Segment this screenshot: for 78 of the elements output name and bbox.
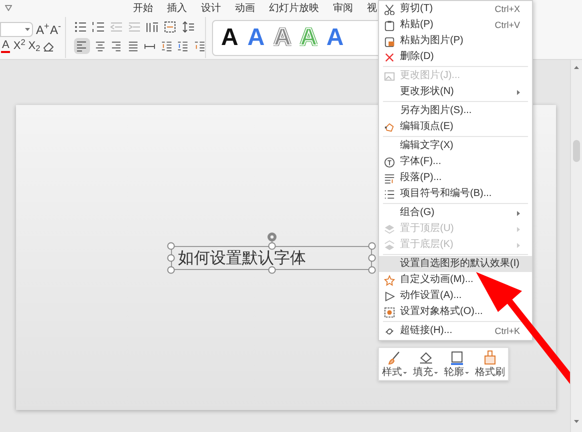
clipboard-image-icon <box>384 36 395 46</box>
paragraph-icon <box>384 172 395 184</box>
menu-item[interactable]: 动作设置(A)... <box>379 288 532 304</box>
ribbon-tab[interactable]: 设计 <box>201 4 221 14</box>
line-spacing-icon[interactable] <box>182 21 194 33</box>
menu-item[interactable]: 组合(G) <box>379 205 532 221</box>
toolbar-button[interactable]: 样式 <box>382 350 407 378</box>
align-right-icon[interactable] <box>111 40 123 52</box>
ribbon-tab[interactable]: 开始 <box>133 4 153 14</box>
toolbar-button[interactable]: 轮廓 <box>444 350 469 378</box>
bullet-list-icon[interactable] <box>74 21 86 33</box>
menu-item[interactable]: 项目符号和编号(B)... <box>379 186 532 202</box>
layers-icon <box>384 240 395 250</box>
outline-icon <box>448 350 464 366</box>
menu-item[interactable]: 自定义动画(M)... <box>379 272 532 288</box>
ribbon-tab[interactable]: 插入 <box>167 4 187 14</box>
scroll-bar[interactable] <box>570 60 582 432</box>
format-painter-icon <box>482 350 498 366</box>
menu-item[interactable]: 更改形状(N) <box>379 84 532 100</box>
script-button[interactable]: X$^{2}$ <box>13 41 26 52</box>
paragraph-spacing-icon[interactable] <box>160 40 172 52</box>
star-icon <box>384 274 395 286</box>
shortcut-text: Ctrl+K <box>494 326 520 336</box>
wordart-style[interactable]: A <box>326 26 344 50</box>
menu-item[interactable]: 设置对象格式(O)... <box>379 304 532 320</box>
columns-icon[interactable] <box>146 21 158 33</box>
menu-item[interactable]: 超链接(H)... Ctrl+K <box>379 323 532 339</box>
play-icon <box>384 290 395 302</box>
justify-icon[interactable] <box>128 40 140 52</box>
dropdown-icon[interactable] <box>5 5 12 11</box>
numbered-list-icon[interactable] <box>92 21 104 33</box>
menu-item[interactable]: 段落(P)... <box>379 170 532 186</box>
delete-icon <box>384 52 395 62</box>
paintbrush-icon <box>386 350 402 366</box>
ribbon-tab[interactable]: 视 <box>367 4 377 14</box>
toolbar-button[interactable]: 格式刷 <box>475 350 505 378</box>
font-size-button[interactable]: A$^{+}$ <box>36 24 48 36</box>
shortcut-text: Ctrl+X <box>494 4 520 14</box>
menu-item[interactable]: 字体(F)... <box>379 154 532 170</box>
menu-item[interactable]: 粘贴为图片(P) <box>379 33 532 49</box>
shortcut-text: Ctrl+V <box>494 20 520 30</box>
font-size-field[interactable] <box>0 22 33 37</box>
wordart-style[interactable]: A <box>221 26 238 50</box>
format-object-icon <box>384 306 395 318</box>
menu-item[interactable]: 剪切(T) Ctrl+X <box>379 1 532 17</box>
menu-item[interactable]: 设置自选图形的默认效果(I) <box>379 256 532 272</box>
menu-item[interactable]: 编辑顶点(E) <box>379 119 532 135</box>
menu-item[interactable]: 粘贴(P) Ctrl+V <box>379 17 532 33</box>
scroll-thumb[interactable] <box>573 140 580 162</box>
font-size-button[interactable]: A$^{-}$ <box>50 24 62 36</box>
ribbon-tab[interactable]: 动画 <box>235 4 255 14</box>
menu-item[interactable]: 删除(D) <box>379 49 532 65</box>
list-icon <box>384 188 395 200</box>
text-box-icon[interactable] <box>164 21 176 33</box>
slide-text: 如何设置默认字体 <box>178 250 306 266</box>
toolbar-button[interactable]: 填充 <box>413 350 438 378</box>
scroll-up-icon[interactable] <box>574 66 579 69</box>
clipboard-icon <box>384 20 395 30</box>
scroll-down-icon[interactable] <box>574 420 579 423</box>
script-button[interactable]: X$_{2}$ <box>28 41 40 52</box>
align-left-icon <box>76 40 88 52</box>
align-center-icon[interactable] <box>95 40 106 52</box>
font-color-button[interactable]: A <box>1 40 10 53</box>
ribbon-tab[interactable]: 审阅 <box>333 4 353 14</box>
caret-icon <box>25 28 30 31</box>
scissors-icon <box>384 4 395 14</box>
menu-item[interactable]: 另存为图片(S)... <box>379 103 532 119</box>
wordart-style[interactable]: A <box>247 26 265 50</box>
font-icon <box>384 156 395 168</box>
eraser-icon[interactable] <box>43 41 54 52</box>
menu-item[interactable]: 编辑文字(X) <box>379 138 532 154</box>
align-left-button[interactable] <box>74 38 90 54</box>
vertex-icon <box>384 122 395 132</box>
layers-icon <box>384 224 395 234</box>
image-icon <box>384 70 395 82</box>
ribbon-tab[interactable]: 幻灯片放映 <box>269 4 319 14</box>
spacing-after-icon[interactable] <box>194 40 205 52</box>
spacing-before-icon[interactable] <box>177 40 189 52</box>
